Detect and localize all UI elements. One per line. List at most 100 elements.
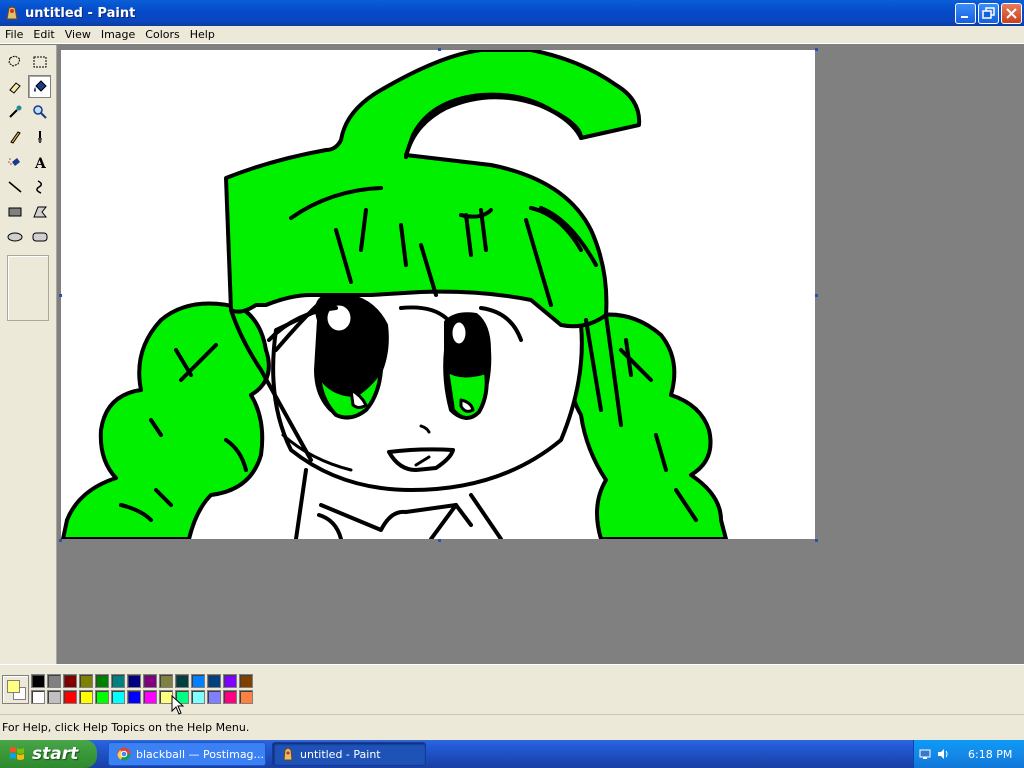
- palette-swatch[interactable]: [143, 674, 157, 688]
- restore-button[interactable]: [978, 3, 999, 24]
- paint-app-icon: [6, 6, 18, 20]
- tool-magnifier[interactable]: [28, 100, 51, 123]
- palette-swatch[interactable]: [207, 674, 221, 688]
- palette-swatch[interactable]: [31, 674, 45, 688]
- start-label: start: [32, 744, 79, 764]
- volume-icon[interactable]: [936, 747, 950, 761]
- resize-handle[interactable]: [59, 539, 62, 542]
- start-button[interactable]: start: [0, 740, 97, 768]
- palette-swatch[interactable]: [111, 690, 125, 704]
- drawing-of-green-haired-girl: [61, 50, 728, 539]
- canvas-area: [57, 45, 1024, 664]
- palette-swatch[interactable]: [127, 690, 141, 704]
- palette-swatch[interactable]: [127, 674, 141, 688]
- pencil-icon: [9, 130, 21, 144]
- polygon-icon: [32, 206, 47, 217]
- brush-icon: [37, 130, 42, 143]
- free-form-select-icon: [7, 54, 21, 67]
- network-icon[interactable]: [918, 747, 932, 761]
- taskbar: start blackball — Postimag... untitled -…: [0, 740, 1024, 768]
- status-bar: For Help, click Help Topics on the Help …: [0, 714, 1024, 740]
- tool-rounded-rectangle[interactable]: [28, 225, 51, 248]
- palette-swatch[interactable]: [175, 674, 189, 688]
- palette-swatch[interactable]: [63, 674, 77, 688]
- window-title: untitled - Paint: [25, 5, 136, 21]
- status-text: For Help, click Help Topics on the Help …: [2, 721, 250, 734]
- close-button[interactable]: [1001, 3, 1022, 24]
- current-colors[interactable]: [2, 675, 29, 704]
- mouse-cursor-icon: [171, 695, 185, 715]
- tool-options-box[interactable]: [7, 255, 49, 321]
- menu-image[interactable]: Image: [96, 26, 140, 44]
- tool-airbrush[interactable]: [3, 150, 26, 173]
- ellipse-icon: [7, 232, 22, 241]
- menu-help[interactable]: Help: [185, 26, 220, 44]
- palette-swatch[interactable]: [31, 690, 45, 704]
- title-bar: untitled - Paint: [0, 0, 1024, 26]
- resize-handle[interactable]: [438, 539, 441, 542]
- palette-swatch[interactable]: [239, 690, 253, 704]
- close-icon: [1006, 8, 1017, 19]
- tool-text[interactable]: A: [28, 150, 51, 173]
- palette-swatch[interactable]: [47, 690, 61, 704]
- palette-swatch[interactable]: [191, 674, 205, 688]
- tool-select[interactable]: [28, 50, 51, 73]
- palette-swatch[interactable]: [95, 690, 109, 704]
- palette-swatch[interactable]: [159, 674, 173, 688]
- rectangle-select-icon: [33, 56, 46, 67]
- airbrush-icon: [7, 157, 20, 166]
- restore-icon: [982, 7, 995, 19]
- drawing-canvas[interactable]: [61, 50, 815, 539]
- resize-handle[interactable]: [815, 539, 818, 542]
- tool-brush[interactable]: [28, 125, 51, 148]
- palette-swatch[interactable]: [63, 690, 77, 704]
- taskbar-item-label: untitled - Paint: [300, 747, 381, 761]
- text-icon: A: [34, 156, 47, 170]
- windows-logo-icon: [10, 747, 24, 760]
- palette-swatch[interactable]: [223, 674, 237, 688]
- svg-text:A: A: [34, 156, 47, 170]
- line-icon: [8, 180, 21, 193]
- tool-eraser[interactable]: [3, 75, 26, 98]
- pick-color-icon: [8, 105, 21, 118]
- magnifier-icon: [32, 104, 47, 119]
- clock[interactable]: 6:18 PM: [968, 748, 1012, 761]
- tool-pencil[interactable]: [3, 125, 26, 148]
- taskbar-item-label: blackball — Postimag...: [136, 747, 265, 761]
- resize-handle[interactable]: [815, 48, 818, 51]
- palette-swatch[interactable]: [47, 674, 61, 688]
- resize-handle[interactable]: [815, 294, 818, 297]
- resize-handle[interactable]: [59, 294, 62, 297]
- foreground-color: [7, 680, 20, 693]
- palette-swatch[interactable]: [223, 690, 237, 704]
- tool-polygon[interactable]: [28, 200, 51, 223]
- menu-edit[interactable]: Edit: [28, 26, 59, 44]
- color-box: [0, 664, 1024, 714]
- tool-pick-color[interactable]: [3, 100, 26, 123]
- tool-ellipse[interactable]: [3, 225, 26, 248]
- menu-file[interactable]: File: [0, 26, 28, 44]
- tool-rectangle[interactable]: [3, 200, 26, 223]
- curve-icon: [35, 179, 42, 194]
- taskbar-item-browser[interactable]: blackball — Postimag...: [108, 742, 266, 766]
- palette-swatch[interactable]: [95, 674, 109, 688]
- tool-free-form-select[interactable]: [3, 50, 26, 73]
- tool-line[interactable]: [3, 175, 26, 198]
- minimize-button[interactable]: [955, 3, 976, 24]
- palette-swatch[interactable]: [191, 690, 205, 704]
- palette-swatch[interactable]: [79, 690, 93, 704]
- resize-handle[interactable]: [438, 48, 441, 51]
- tool-fill-with-color[interactable]: [28, 75, 51, 98]
- system-tray: 6:18 PM: [913, 740, 1024, 768]
- paint-icon: [283, 747, 293, 761]
- palette-swatch[interactable]: [79, 674, 93, 688]
- palette-swatch[interactable]: [143, 690, 157, 704]
- palette-swatch[interactable]: [239, 674, 253, 688]
- menu-view[interactable]: View: [60, 26, 96, 44]
- palette-swatch[interactable]: [207, 690, 221, 704]
- rounded-rectangle-icon: [32, 232, 47, 241]
- palette-swatch[interactable]: [111, 674, 125, 688]
- tool-curve[interactable]: [28, 175, 51, 198]
- menu-colors[interactable]: Colors: [140, 26, 184, 44]
- taskbar-item-paint[interactable]: untitled - Paint: [272, 742, 426, 766]
